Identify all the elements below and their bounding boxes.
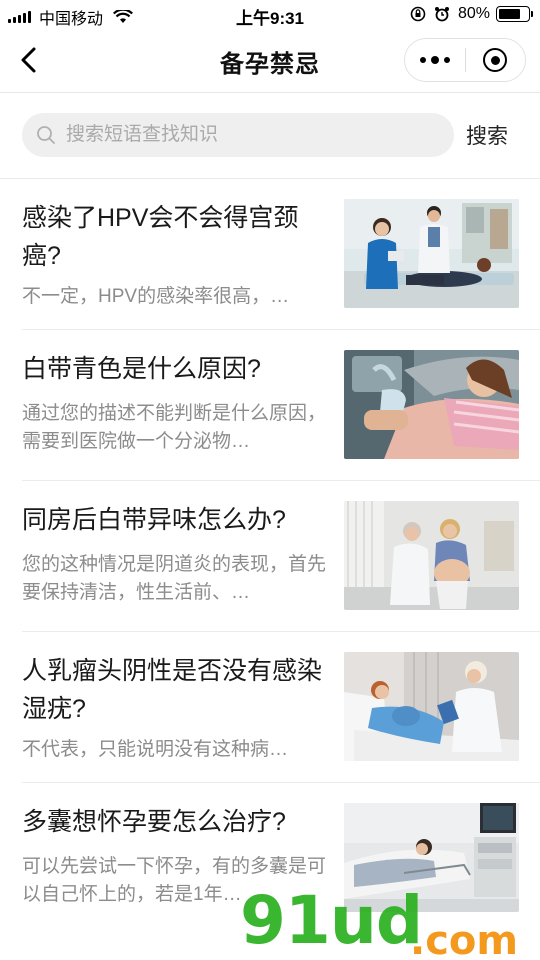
search-bar[interactable] bbox=[22, 113, 454, 157]
watermark-main: 91ud bbox=[240, 882, 423, 959]
more-button[interactable] bbox=[405, 39, 465, 81]
article-title: 感染了HPV会不会得宫颈癌? bbox=[22, 204, 299, 270]
article-summary: 通过您的描述不能判断是什么原因，需要到医院做一个分泌物… bbox=[22, 403, 327, 452]
battery-icon bbox=[496, 6, 533, 22]
doctor-exam-photo bbox=[344, 199, 519, 308]
orientation-lock-icon bbox=[410, 6, 426, 22]
article-list: 感染了HPV会不会得宫颈癌? 不一定，HPV的感染率很高，… 白带青色是什么原因… bbox=[0, 179, 540, 934]
status-right: 80% bbox=[410, 5, 533, 23]
search-icon bbox=[37, 126, 55, 144]
article-thumbnail bbox=[344, 501, 519, 610]
hospital-bed-photo bbox=[344, 652, 519, 761]
article-summary: 不代表，只能说明没有这种病… bbox=[22, 739, 289, 760]
article-summary: 您的这种情况是阴道炎的表现，首先要保持清洁，性生活前、… bbox=[22, 554, 327, 603]
list-item[interactable]: 人乳瘤头阴性是否没有感染湿疣? 不代表，只能说明没有这种病… bbox=[0, 632, 540, 783]
status-bar: 中国移动 上午9:31 80% bbox=[0, 0, 540, 30]
search-button[interactable]: 搜索 bbox=[466, 120, 508, 150]
battery-percent: 80% bbox=[457, 5, 490, 22]
list-item[interactable]: 白带青色是什么原因? 通过您的描述不能判断是什么原因，需要到医院做一个分泌物… bbox=[0, 330, 540, 481]
article-title: 白带青色是什么原因? bbox=[22, 355, 261, 383]
nav-divider bbox=[0, 92, 540, 93]
article-title: 人乳瘤头阴性是否没有感染湿疣? bbox=[22, 657, 323, 723]
ultrasound-photo bbox=[344, 350, 519, 459]
list-item[interactable]: 感染了HPV会不会得宫颈癌? 不一定，HPV的感染率很高，… bbox=[0, 179, 540, 330]
list-item[interactable]: 同房后白带异味怎么办? 您的这种情况是阴道炎的表现，首先要保持清洁，性生活前、… bbox=[0, 481, 540, 632]
article-title: 同房后白带异味怎么办? bbox=[22, 506, 286, 534]
mini-program-capsule bbox=[404, 38, 526, 82]
watermark-suffix: .com bbox=[410, 918, 519, 960]
alarm-icon bbox=[434, 7, 449, 22]
close-mini-program-button[interactable] bbox=[465, 39, 525, 81]
watermark-logo: 91ud bbox=[240, 888, 423, 954]
search-input[interactable] bbox=[66, 124, 426, 146]
more-dots-icon bbox=[417, 56, 452, 64]
target-circle-icon bbox=[483, 48, 508, 72]
article-thumbnail bbox=[344, 350, 519, 459]
pregnancy-consult-photo bbox=[344, 501, 519, 610]
article-title: 多囊想怀孕要怎么治疗? bbox=[22, 808, 286, 836]
article-thumbnail bbox=[344, 652, 519, 761]
article-summary: 不一定，HPV的感染率很高，… bbox=[22, 286, 290, 307]
article-thumbnail bbox=[344, 199, 519, 308]
navigation-bar: 备孕禁忌 bbox=[0, 30, 540, 90]
